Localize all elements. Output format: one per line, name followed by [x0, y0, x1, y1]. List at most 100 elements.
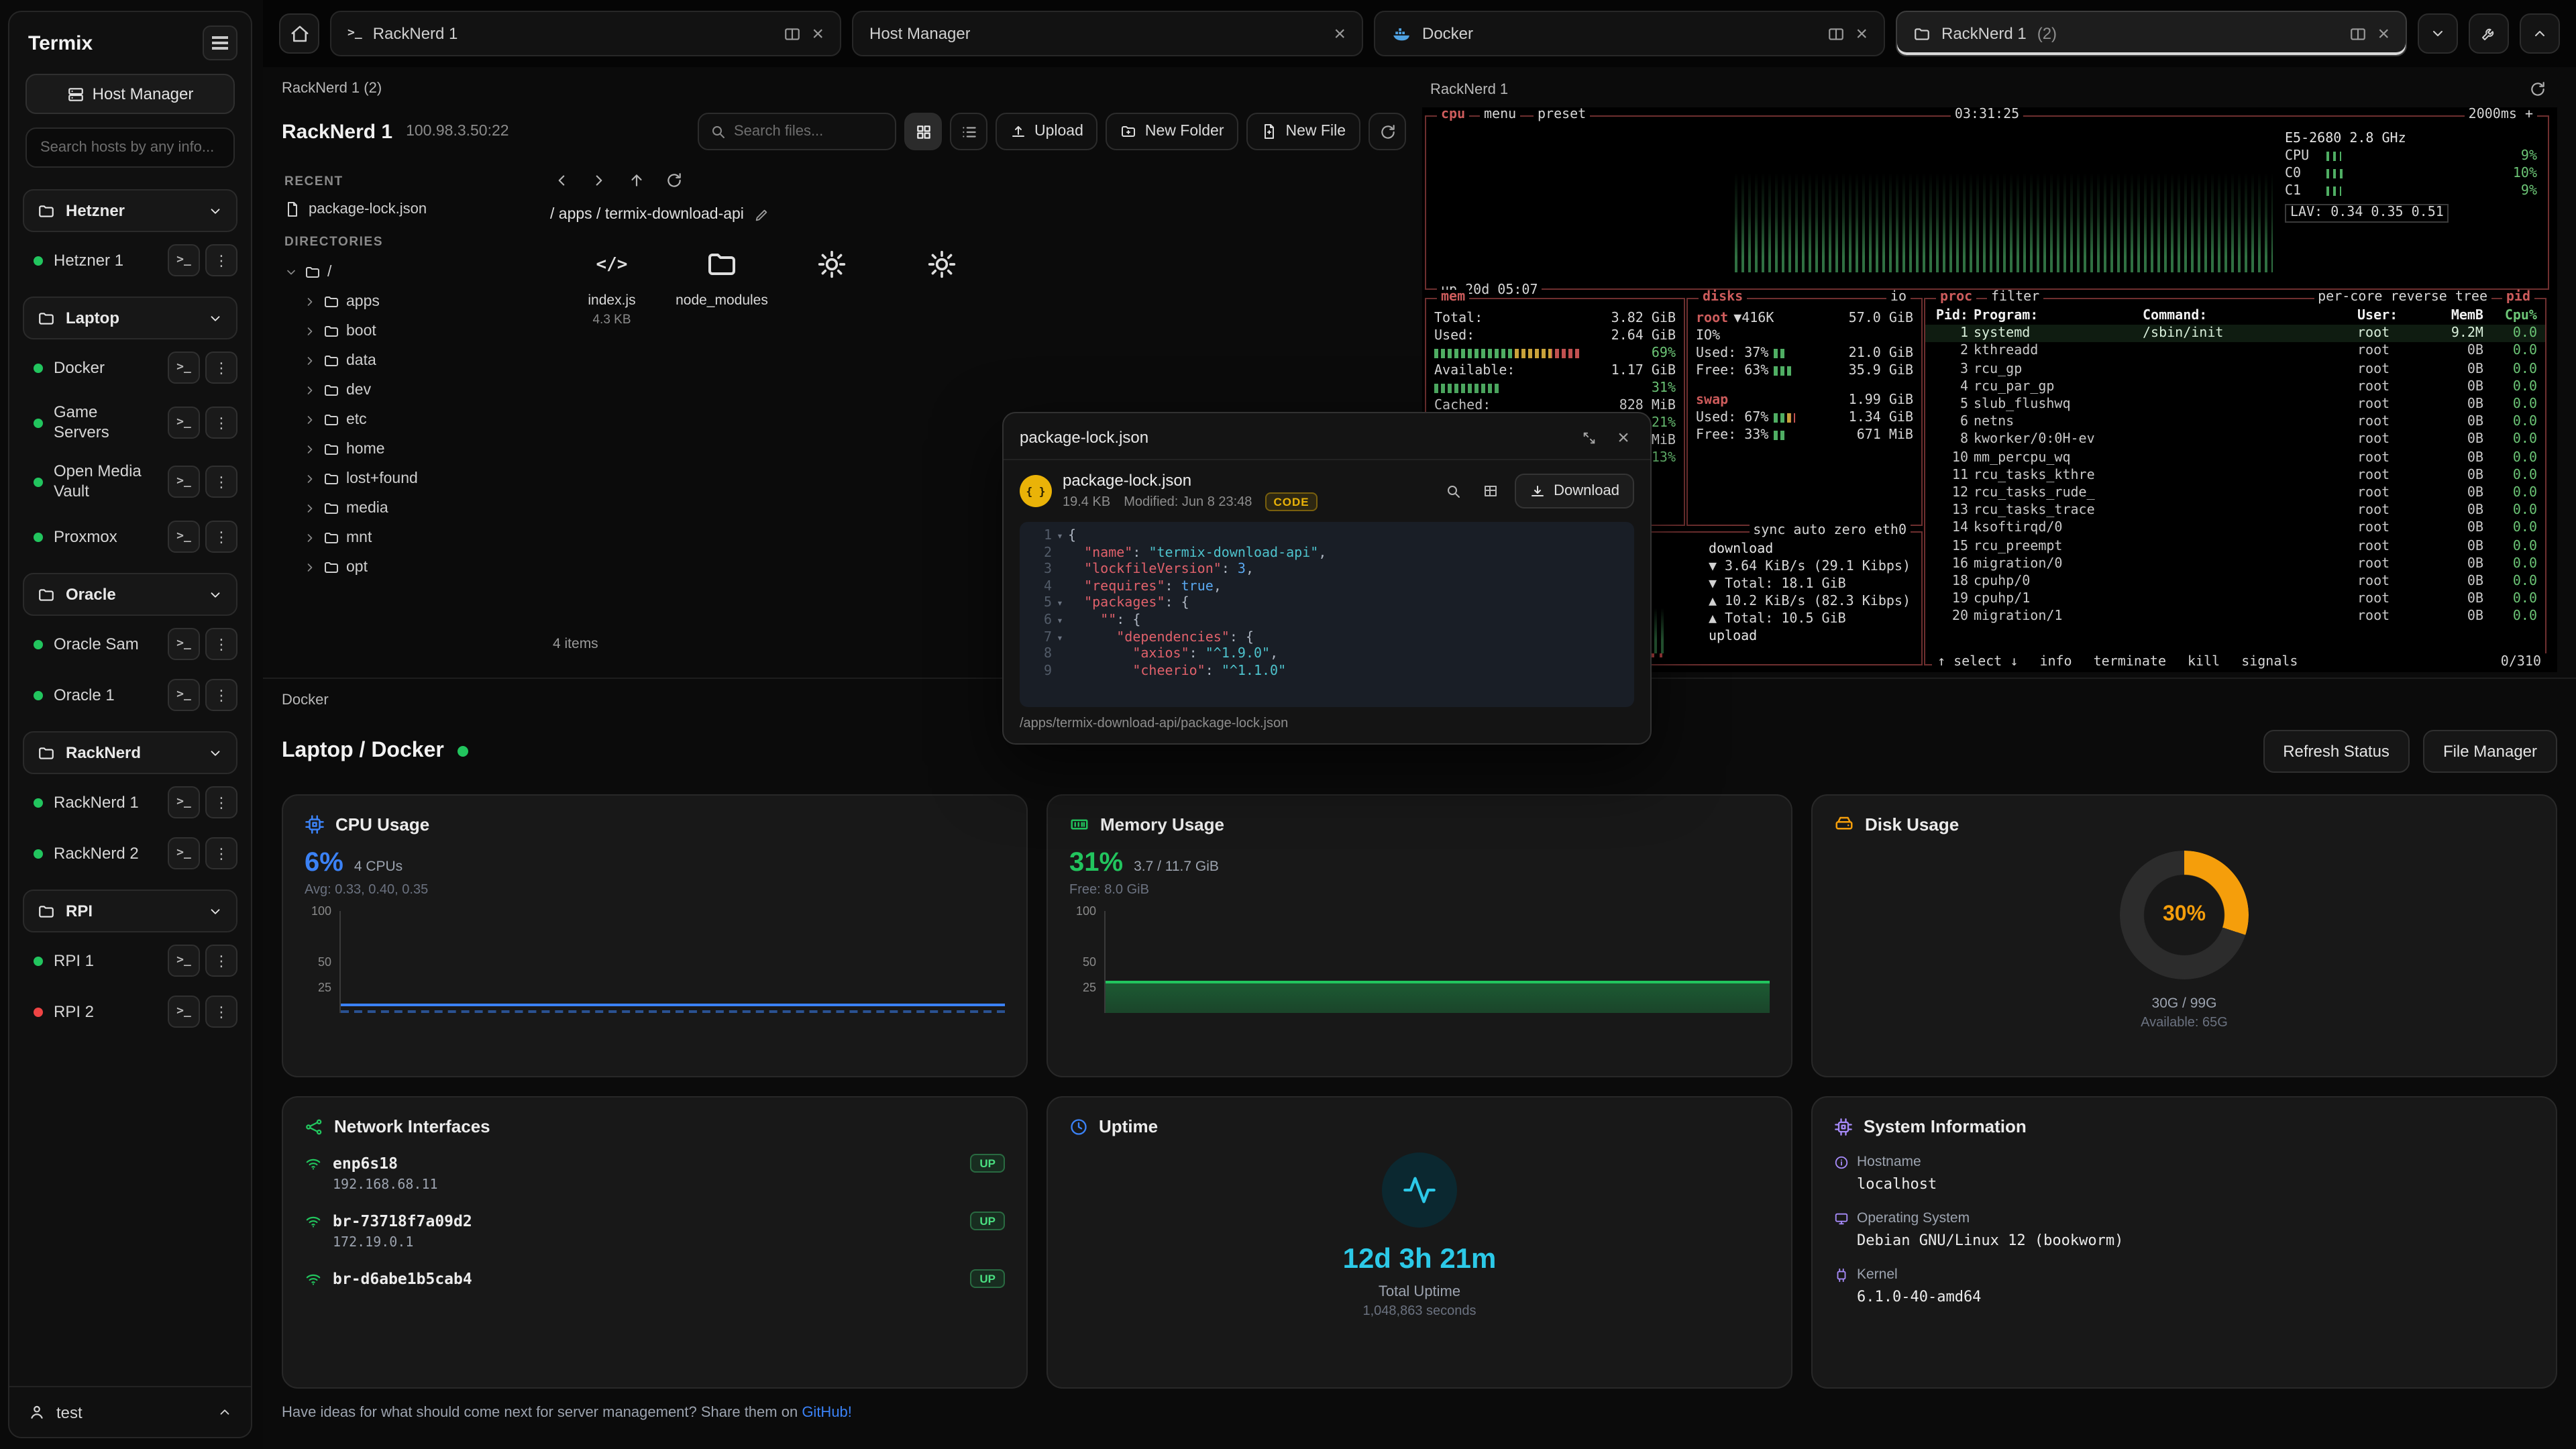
open-terminal-button[interactable]: >_ — [168, 352, 200, 384]
host-options-button[interactable]: ⋮ — [205, 786, 237, 818]
file-tile-node-modules[interactable]: node_modules — [674, 241, 770, 327]
list-view-button[interactable] — [950, 113, 987, 150]
host-options-button[interactable]: ⋮ — [205, 628, 237, 660]
terminal-menu-item[interactable]: signals — [2241, 653, 2298, 672]
github-link[interactable]: GitHub! — [802, 1405, 852, 1421]
tab-docker[interactable]: Docker × — [1374, 11, 1885, 56]
sidebar-host-racknerd-2[interactable]: RackNerd 2 >_⋮ — [20, 828, 240, 879]
download-button[interactable]: Download — [1515, 474, 1634, 508]
modal-table-view-button[interactable] — [1477, 478, 1504, 504]
recent-file[interactable]: package-lock.json — [284, 197, 537, 221]
directory-root[interactable]: / — [284, 258, 537, 287]
new-file-button[interactable]: New File — [1247, 113, 1360, 150]
process-row[interactable]: 12 rcu_tasks_rude_ root 0B 0.0 — [1925, 484, 2545, 502]
process-row[interactable]: 10 mm_percpu_wq root 0B 0.0 — [1925, 449, 2545, 466]
host-manager-button[interactable]: Host Manager — [25, 74, 235, 114]
refresh-button[interactable] — [1368, 113, 1406, 150]
file-tile-config-1[interactable] — [784, 241, 880, 327]
host-group-rpi[interactable]: RPI — [23, 890, 237, 932]
modal-search-button[interactable] — [1440, 478, 1466, 504]
sidebar-host-rpi-1[interactable]: RPI 1 >_⋮ — [20, 935, 240, 986]
file-manager-button[interactable]: File Manager — [2423, 730, 2557, 773]
file-tile-config-2[interactable] — [894, 241, 990, 327]
upload-button[interactable]: Upload — [996, 113, 1098, 150]
terminal-menu-item[interactable]: ↑ select ↓ — [1937, 653, 2018, 672]
tab-racknerd-files[interactable]: RackNerd 1 (2) × — [1896, 11, 2407, 56]
open-terminal-button[interactable]: >_ — [168, 996, 200, 1028]
open-terminal-button[interactable]: >_ — [168, 628, 200, 660]
terminal-menu-item[interactable]: terminate — [2094, 653, 2166, 672]
sidebar-menu-button[interactable] — [203, 25, 237, 60]
sidebar-host-docker[interactable]: Docker >_⋮ — [20, 342, 240, 393]
sidebar-host-racknerd-1[interactable]: RackNerd 1 >_⋮ — [20, 777, 240, 828]
process-row[interactable]: 18 cpuhp/0 root 0B 0.0 — [1925, 573, 2545, 590]
host-options-button[interactable]: ⋮ — [205, 466, 237, 498]
directory-item[interactable]: home — [284, 435, 537, 464]
process-row[interactable]: 5 slub_flushwq root 0B 0.0 — [1925, 396, 2545, 413]
close-tab-icon[interactable]: × — [1856, 23, 1868, 44]
user-footer[interactable]: test — [9, 1386, 251, 1437]
directory-item[interactable]: boot — [284, 317, 537, 346]
directory-item[interactable]: lost+found — [284, 464, 537, 494]
open-terminal-button[interactable]: >_ — [168, 466, 200, 498]
directory-item[interactable]: data — [284, 346, 537, 376]
terminal-menu-item[interactable]: kill — [2188, 653, 2220, 672]
tabs-expand-button[interactable] — [2520, 13, 2560, 54]
code-lines[interactable]: 1▾{2 "name": "termix-download-api",3 "lo… — [1020, 522, 1634, 707]
process-row[interactable]: 8 kworker/0:0H-ev root 0B 0.0 — [1925, 431, 2545, 449]
open-terminal-button[interactable]: >_ — [168, 945, 200, 977]
process-row[interactable]: 20 migration/1 root 0B 0.0 — [1925, 608, 2545, 626]
file-tile-index-js[interactable]: </> index.js 4.3 KB — [564, 241, 660, 327]
host-search-input[interactable] — [25, 127, 235, 168]
new-folder-button[interactable]: New Folder — [1106, 113, 1239, 150]
process-row[interactable]: 15 rcu_preempt root 0B 0.0 — [1925, 537, 2545, 555]
host-options-button[interactable]: ⋮ — [205, 837, 237, 869]
open-terminal-button[interactable]: >_ — [168, 679, 200, 711]
directory-item[interactable]: media — [284, 494, 537, 523]
host-options-button[interactable]: ⋮ — [205, 521, 237, 553]
open-terminal-button[interactable]: >_ — [168, 244, 200, 276]
open-terminal-button[interactable]: >_ — [168, 837, 200, 869]
close-tab-icon[interactable]: × — [812, 23, 824, 44]
host-group-racknerd[interactable]: RackNerd — [23, 731, 237, 774]
host-options-button[interactable]: ⋮ — [205, 945, 237, 977]
open-terminal-button[interactable]: >_ — [168, 407, 200, 439]
process-row[interactable]: 3 rcu_gp root 0B 0.0 — [1925, 360, 2545, 378]
process-row[interactable]: 2 kthreadd root 0B 0.0 — [1925, 343, 2545, 360]
file-search[interactable] — [698, 113, 896, 150]
close-tab-icon[interactable]: × — [1334, 23, 1346, 44]
sync-button[interactable] — [2529, 80, 2546, 98]
host-group-hetzner[interactable]: Hetzner — [23, 189, 237, 232]
tabs-collapse-button[interactable] — [2418, 13, 2458, 54]
host-group-laptop[interactable]: Laptop — [23, 297, 237, 339]
sidebar-host-oracle-sam[interactable]: Oracle Sam >_⋮ — [20, 619, 240, 669]
nav-back-button[interactable] — [545, 164, 577, 196]
directory-item[interactable]: dev — [284, 376, 537, 405]
nav-up-button[interactable] — [620, 164, 652, 196]
host-options-button[interactable]: ⋮ — [205, 352, 237, 384]
directory-item[interactable]: apps — [284, 287, 537, 317]
expand-button[interactable] — [1575, 424, 1602, 451]
terminal-menu-item[interactable]: info — [2039, 653, 2072, 672]
sidebar-host-game-servers[interactable]: Game Servers >_⋮ — [20, 393, 240, 452]
process-row[interactable]: 14 ksoftirqd/0 root 0B 0.0 — [1925, 520, 2545, 537]
directory-item[interactable]: mnt — [284, 523, 537, 553]
split-view-icon[interactable] — [784, 25, 801, 42]
sidebar-host-hetzner-1[interactable]: Hetzner 1 >_⋮ — [20, 235, 240, 286]
nav-forward-button[interactable] — [582, 164, 614, 196]
directory-item[interactable]: etc — [284, 405, 537, 435]
grid-view-button[interactable] — [904, 113, 942, 150]
refresh-status-button[interactable]: Refresh Status — [2263, 730, 2410, 773]
open-terminal-button[interactable]: >_ — [168, 786, 200, 818]
edit-icon[interactable] — [755, 207, 769, 222]
process-row[interactable]: 13 rcu_tasks_trace root 0B 0.0 — [1925, 502, 2545, 519]
process-row[interactable]: 4 rcu_par_gp root 0B 0.0 — [1925, 378, 2545, 396]
process-row[interactable]: 16 migration/0 root 0B 0.0 — [1925, 555, 2545, 573]
tab-racknerd-terminal[interactable]: >_ RackNerd 1 × — [330, 11, 841, 56]
process-row[interactable]: 11 rcu_tasks_kthre root 0B 0.0 — [1925, 467, 2545, 484]
nav-refresh-button[interactable] — [657, 164, 690, 196]
close-modal-button[interactable]: × — [1610, 424, 1637, 451]
process-row[interactable]: 19 cpuhp/1 root 0B 0.0 — [1925, 591, 2545, 608]
host-options-button[interactable]: ⋮ — [205, 679, 237, 711]
host-options-button[interactable]: ⋮ — [205, 996, 237, 1028]
